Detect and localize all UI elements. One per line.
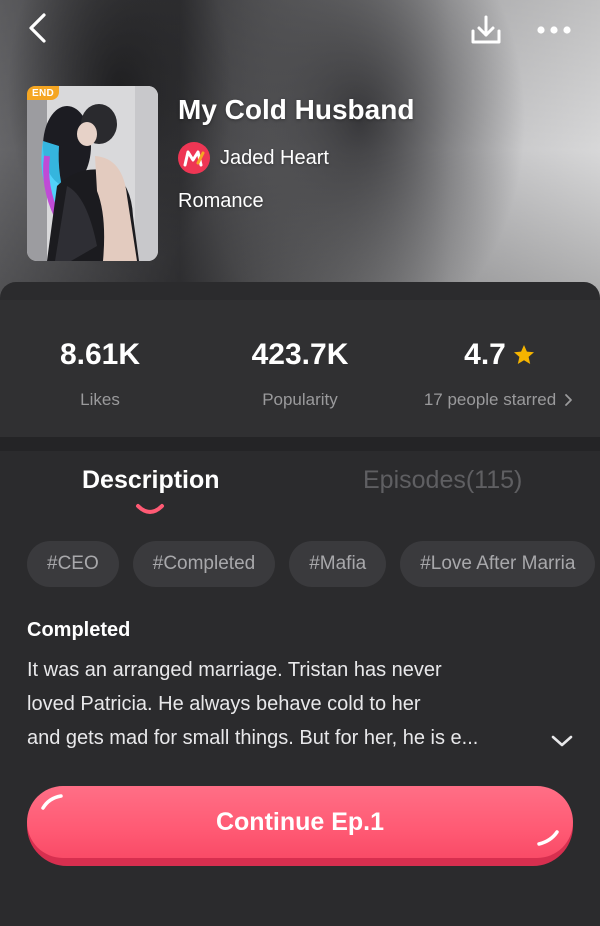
author-name: Jaded Heart [220, 146, 329, 169]
genre-label: Romance [178, 190, 264, 212]
section-divider [0, 437, 600, 451]
tag-chip[interactable]: #Mafia [289, 541, 387, 587]
likes-value: 8.61K [59, 338, 141, 371]
tab-episodes[interactable]: Episodes(115) [363, 466, 522, 495]
tab-active-indicator [136, 504, 164, 514]
more-dots-icon [537, 26, 571, 34]
popularity-label: Popularity [262, 390, 338, 409]
tag-list: #CEO #Completed #Mafia #Love After Marri… [27, 541, 600, 587]
author-row[interactable]: Jaded Heart [178, 142, 329, 174]
rating-label: 17 people starred [423, 390, 557, 409]
stat-popularity: 423.7K Popularity [200, 338, 400, 410]
rating-value: 4.7 [464, 338, 506, 371]
tag-chip[interactable]: #Completed [132, 541, 276, 587]
continue-button[interactable]: Continue Ep.1 [27, 786, 573, 866]
tab-description[interactable]: Description [82, 466, 220, 495]
end-badge: END [27, 86, 59, 100]
cover-illustration [27, 86, 158, 261]
description-heading: Completed [27, 619, 131, 641]
rating-value-row: 4.7 [400, 338, 600, 372]
description-line: and gets mad for small things. But for h… [27, 727, 479, 749]
chevron-right-icon [565, 394, 573, 406]
chevron-left-icon [29, 13, 46, 43]
button-gloss [41, 794, 559, 846]
book-title: My Cold Husband [178, 94, 415, 125]
back-button[interactable] [18, 10, 58, 46]
star-icon [513, 345, 534, 364]
download-icon [471, 15, 501, 44]
author-badge-icon [178, 142, 210, 174]
tag-chip[interactable]: #CEO [27, 541, 119, 587]
stat-rating[interactable]: 4.7 17 people starred [400, 338, 600, 410]
description-text: It was an arranged marriage. Tristan has… [27, 653, 547, 755]
rating-label-row[interactable]: 17 people starred [400, 390, 600, 410]
description-line: loved Patricia. He always behave cold to… [27, 693, 421, 715]
description-line: It was an arranged marriage. Tristan has… [27, 659, 442, 681]
chevron-down-icon[interactable] [550, 733, 574, 749]
likes-label: Likes [80, 390, 120, 409]
tag-chip[interactable]: #Love After Marria [400, 541, 596, 587]
popularity-value: 423.7K [251, 338, 349, 371]
stat-likes: 8.61K Likes [0, 338, 200, 410]
more-button[interactable] [528, 14, 580, 46]
book-cover[interactable] [27, 86, 158, 261]
download-button[interactable] [466, 10, 506, 50]
